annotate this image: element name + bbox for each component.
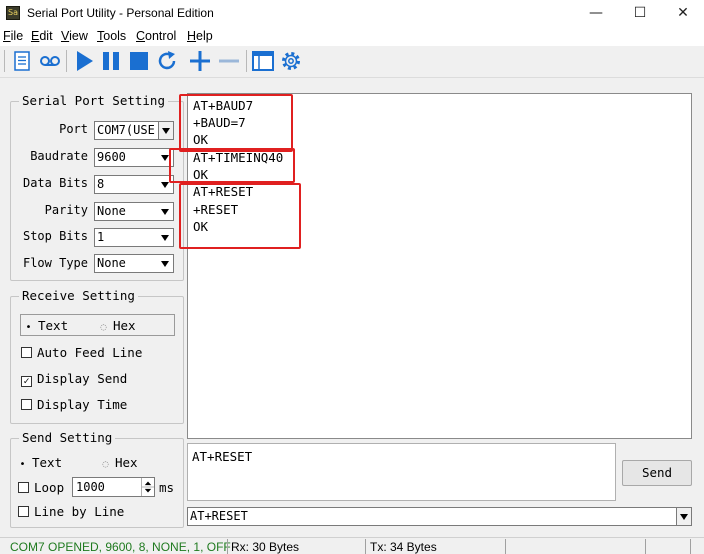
title-bar: Sa Serial Port Utility - Personal Editio…	[0, 0, 704, 28]
toolbar-separator	[66, 50, 67, 72]
radio-selected-icon: •	[25, 322, 32, 333]
receive-text-radio[interactable]: • Text	[24, 318, 68, 333]
connection-status: COM7 OPENED, 9600, 8, NONE, 1, OFF	[10, 540, 231, 554]
parity-select[interactable]: None	[94, 202, 174, 221]
parity-value: None	[97, 204, 126, 218]
status-bar: COM7 OPENED, 9600, 8, NONE, 1, OFF Rx: 3…	[0, 537, 704, 554]
menu-file[interactable]: File	[3, 29, 23, 43]
stop-icon[interactable]	[127, 49, 151, 73]
play-icon[interactable]	[72, 49, 96, 73]
window-title: Serial Port Utility - Personal Edition	[27, 6, 214, 20]
loop-unit-label: ms	[159, 480, 175, 495]
port-label: Port	[59, 122, 88, 136]
port-value: COM7(USE	[97, 123, 155, 137]
send-text-value: AT+RESET	[192, 449, 253, 464]
radio-selected-icon: •	[19, 459, 26, 470]
flow-type-select[interactable]: None	[94, 254, 174, 273]
data-bits-value: 8	[97, 177, 105, 191]
menu-control[interactable]: Control	[136, 29, 176, 43]
checkbox-empty-icon	[18, 506, 29, 517]
record-icon[interactable]	[38, 49, 62, 73]
spin-arrows-icon[interactable]	[141, 478, 154, 496]
chevron-down-icon	[158, 255, 173, 272]
pause-icon[interactable]	[99, 49, 123, 73]
send-history-value: AT+RESET	[190, 509, 248, 523]
baudrate-value: 9600	[97, 150, 126, 164]
checkbox-empty-icon	[18, 482, 29, 493]
checkbox-empty-icon	[21, 399, 32, 410]
status-divider	[365, 539, 366, 554]
receive-setting-title: Receive Setting	[19, 288, 138, 303]
highlight-box-timeinq	[169, 148, 295, 183]
port-select[interactable]: COM7(USE	[94, 121, 174, 140]
flow-type-label: Flow Type	[22, 256, 88, 270]
chevron-down-icon	[158, 203, 173, 220]
chevron-down-icon	[158, 122, 173, 139]
menu-help[interactable]: Help	[187, 29, 213, 43]
highlight-box-reset	[179, 183, 301, 249]
tx-counter: Tx: 34 Bytes	[370, 540, 437, 554]
stop-bits-label: Stop Bits	[22, 229, 88, 243]
data-bits-label: Data Bits	[22, 176, 88, 190]
window-icon[interactable]	[251, 49, 275, 73]
display-send-checkbox[interactable]: ✓ Display Send	[21, 371, 127, 387]
status-divider	[505, 539, 506, 554]
menu-edit[interactable]: Edit	[31, 29, 53, 43]
menu-view[interactable]: View	[61, 29, 88, 43]
loop-interval-spinbox[interactable]: 1000	[72, 477, 155, 497]
data-bits-select[interactable]: 8	[94, 175, 174, 194]
flow-type-value: None	[97, 256, 126, 270]
gear-icon[interactable]	[279, 49, 303, 73]
line-by-line-checkbox[interactable]: Line by Line	[18, 504, 124, 519]
checkmark-icon: ✓	[21, 376, 32, 387]
rx-counter: Rx: 30 Bytes	[231, 540, 300, 554]
menu-bar: File Edit View Tools Control Help	[0, 28, 704, 46]
chevron-down-icon	[676, 508, 691, 525]
status-divider	[690, 539, 691, 554]
chevron-down-icon	[158, 229, 173, 246]
send-textarea[interactable]: AT+RESET	[187, 443, 616, 501]
maximize-button[interactable]: ☐	[617, 0, 663, 28]
receive-hex-radio[interactable]: ◌ Hex	[99, 318, 135, 333]
status-divider	[227, 539, 228, 554]
stop-bits-select[interactable]: 1	[94, 228, 174, 247]
serial-port-setting-title: Serial Port Setting	[19, 93, 168, 108]
baudrate-select[interactable]: 9600	[94, 148, 174, 167]
close-button[interactable]: ✕	[660, 0, 704, 28]
checkbox-empty-icon	[21, 347, 32, 358]
display-time-checkbox[interactable]: Display Time	[21, 397, 127, 412]
stop-bits-value: 1	[97, 230, 105, 244]
send-hex-radio[interactable]: ◌ Hex	[101, 455, 137, 470]
baudrate-label: Baudrate	[30, 149, 88, 163]
send-history-select[interactable]: AT+RESET	[187, 507, 692, 526]
loop-interval-value: 1000	[76, 480, 105, 494]
highlight-box-baud	[179, 94, 293, 152]
parity-label: Parity	[44, 203, 88, 217]
app-icon: Sa	[6, 6, 20, 20]
radio-empty-icon: ◌	[102, 459, 109, 470]
send-button[interactable]: Send	[622, 460, 692, 486]
refresh-icon[interactable]	[155, 49, 179, 73]
minimize-button[interactable]: —	[573, 0, 619, 28]
send-text-radio[interactable]: • Text	[18, 455, 62, 470]
send-setting-title: Send Setting	[19, 430, 116, 445]
toolbar-separator	[4, 50, 5, 72]
loop-checkbox[interactable]: Loop	[18, 480, 64, 495]
radio-empty-icon: ◌	[100, 322, 107, 333]
document-icon[interactable]	[10, 49, 34, 73]
menu-tools[interactable]: Tools	[97, 29, 126, 43]
toolbar-separator	[246, 50, 247, 72]
minus-icon[interactable]	[217, 49, 241, 73]
plus-icon[interactable]	[188, 49, 212, 73]
toolbar	[0, 46, 704, 78]
auto-feed-line-checkbox[interactable]: Auto Feed Line	[21, 345, 142, 360]
status-divider	[645, 539, 646, 554]
